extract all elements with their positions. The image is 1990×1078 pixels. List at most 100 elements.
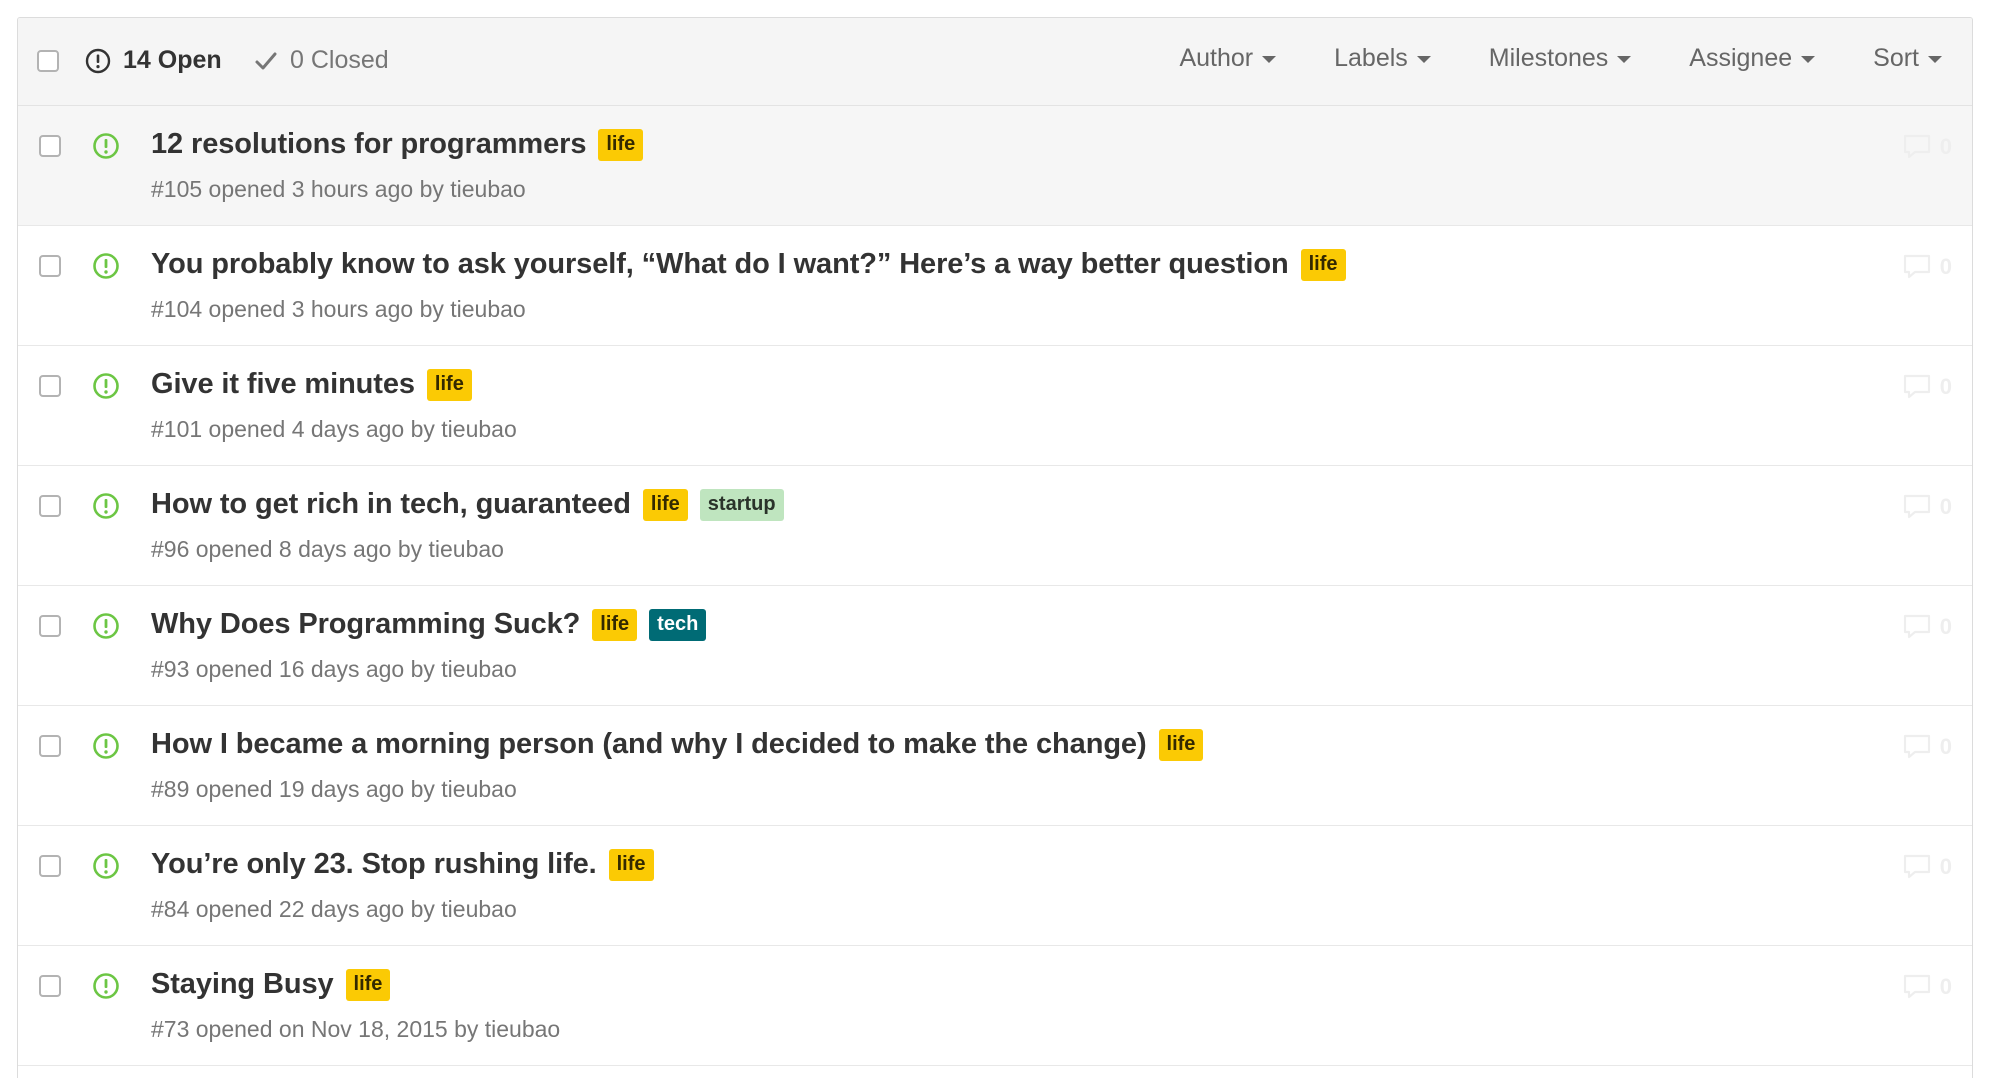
caret-down-icon: [1416, 56, 1431, 63]
issue-row[interactable]: 12 resolutions for programmers life #105…: [18, 106, 1972, 226]
issue-select-checkbox[interactable]: [39, 255, 61, 277]
milestones-filter-dropdown[interactable]: Milestones: [1489, 44, 1632, 73]
issue-row[interactable]: Why Does Programming Suck? life tech #93 …: [18, 586, 1972, 706]
issue-title-link[interactable]: How to get rich in tech, guaranteed: [151, 488, 631, 521]
issue-select-checkbox[interactable]: [39, 495, 61, 517]
closed-issues-tab[interactable]: 0 Closed: [254, 46, 389, 75]
open-count-label: 14 Open: [123, 46, 222, 74]
comment-count[interactable]: 0: [1902, 254, 1952, 280]
issue-row[interactable]: You’re only 23. Stop rushing life. life …: [18, 826, 1972, 946]
issue-meta: #105 opened 3 hours ago by tieubao: [151, 176, 526, 202]
issue-title-link[interactable]: Why Does Programming Suck?: [151, 608, 580, 641]
issue-opened-icon: [93, 613, 119, 639]
issue-row[interactable]: How to get rich in tech, guaranteed life…: [18, 466, 1972, 586]
issue-title-line: How I became a morning person (and why I…: [151, 728, 1204, 761]
labels-filter-dropdown[interactable]: Labels: [1334, 44, 1431, 73]
comment-count-value: 0: [1939, 854, 1952, 879]
issues-list: 14 Open 0 Closed Author Labels Milestone…: [17, 17, 1973, 1078]
comment-count[interactable]: 0: [1902, 734, 1952, 760]
caret-down-icon: [1801, 56, 1816, 63]
label-life[interactable]: life: [598, 128, 644, 161]
comment-count[interactable]: 0: [1902, 374, 1952, 400]
author-filter-dropdown[interactable]: Author: [1179, 44, 1277, 73]
label-life[interactable]: life: [345, 968, 391, 1001]
comment-count-value: 0: [1939, 254, 1952, 279]
label-life[interactable]: life: [1300, 248, 1346, 281]
label-life[interactable]: life: [426, 368, 472, 401]
comment-icon: [1903, 734, 1930, 759]
sort-dropdown[interactable]: Sort: [1873, 44, 1942, 73]
comment-count[interactable]: 0: [1902, 134, 1952, 160]
issue-row[interactable]: How I became a morning person (and why I…: [18, 706, 1972, 826]
label-life[interactable]: life: [592, 608, 638, 641]
label-life[interactable]: life: [608, 848, 654, 881]
closed-count-label: 0 Closed: [290, 46, 389, 74]
milestones-filter-label: Milestones: [1488, 44, 1609, 72]
issue-labels: life: [586, 128, 644, 161]
comment-count-value: 0: [1939, 734, 1952, 759]
comment-count[interactable]: 0: [1902, 494, 1952, 520]
assignee-filter-dropdown[interactable]: Assignee: [1689, 44, 1816, 73]
comment-count-value: 0: [1939, 614, 1952, 639]
comment-icon: [1903, 254, 1930, 279]
issue-meta: #84 opened 22 days ago by tieubao: [151, 896, 517, 922]
issue-title-line: You probably know to ask yourself, “What…: [151, 248, 1346, 281]
issue-labels: life: [1147, 728, 1204, 761]
caret-down-icon: [1617, 56, 1632, 63]
issue-title-line: Give it five minutes life: [151, 368, 472, 401]
issue-opened-icon: [93, 133, 119, 159]
author-filter-label: Author: [1179, 44, 1254, 72]
label-life[interactable]: life: [1158, 728, 1204, 761]
issue-select-checkbox[interactable]: [39, 615, 61, 637]
comment-count-value: 0: [1939, 974, 1952, 999]
issue-labels: life: [415, 368, 472, 401]
issue-title-link[interactable]: Staying Busy: [151, 968, 334, 1001]
issue-meta: #93 opened 16 days ago by tieubao: [151, 656, 517, 682]
open-issues-tab[interactable]: 14 Open: [85, 46, 222, 75]
comment-icon: [1903, 614, 1930, 639]
issue-labels: life: [334, 968, 391, 1001]
issue-opened-icon: [93, 253, 119, 279]
caret-down-icon: [1262, 56, 1277, 63]
comment-count[interactable]: 0: [1902, 974, 1952, 1000]
issue-opened-icon: [93, 493, 119, 519]
issue-title-link[interactable]: Give it five minutes: [151, 368, 415, 401]
issue-row[interactable]: Give it five minutes life #101 opened 4 …: [18, 346, 1972, 466]
check-icon: [255, 52, 277, 69]
comment-count-value: 0: [1939, 374, 1952, 399]
label-life[interactable]: life: [642, 488, 688, 521]
issue-title-line: Staying Busy life: [151, 968, 391, 1001]
comment-count-value: 0: [1939, 134, 1952, 159]
issue-title-line: You’re only 23. Stop rushing life. life: [151, 848, 654, 881]
issue-title-link[interactable]: How I became a morning person (and why I…: [151, 728, 1147, 761]
issue-rows: 12 resolutions for programmers life #105…: [18, 106, 1972, 1066]
issue-select-checkbox[interactable]: [39, 375, 61, 397]
label-tech[interactable]: tech: [649, 608, 707, 641]
issue-title-link[interactable]: 12 resolutions for programmers: [151, 128, 586, 161]
issues-table-header: 14 Open 0 Closed Author Labels Milestone…: [18, 18, 1972, 106]
caret-down-icon: [1928, 56, 1942, 63]
issue-meta: #89 opened 19 days ago by tieubao: [151, 776, 517, 802]
comment-icon: [1903, 374, 1930, 399]
comment-icon: [1903, 134, 1930, 159]
sort-label: Sort: [1873, 44, 1919, 72]
comment-count[interactable]: 0: [1902, 854, 1952, 880]
issue-title-link[interactable]: You’re only 23. Stop rushing life.: [151, 848, 597, 881]
comment-count[interactable]: 0: [1902, 614, 1952, 640]
issue-select-checkbox[interactable]: [39, 735, 61, 757]
select-all-checkbox[interactable]: [37, 50, 59, 72]
label-startup[interactable]: startup: [699, 488, 784, 521]
issue-meta: #104 opened 3 hours ago by tieubao: [151, 296, 526, 322]
issue-title-line: 12 resolutions for programmers life: [151, 128, 644, 161]
issue-opened-icon: [85, 48, 111, 73]
issue-row[interactable]: Staying Busy life #73 opened on Nov 18, …: [18, 946, 1972, 1066]
comment-count-value: 0: [1939, 494, 1952, 519]
issue-select-checkbox[interactable]: [39, 855, 61, 877]
issue-row[interactable]: You probably know to ask yourself, “What…: [18, 226, 1972, 346]
issue-opened-icon: [93, 853, 119, 879]
issue-title-link[interactable]: You probably know to ask yourself, “What…: [151, 248, 1289, 281]
issue-select-checkbox[interactable]: [39, 975, 61, 997]
issue-opened-icon: [93, 373, 119, 399]
issue-labels: life: [1289, 248, 1346, 281]
issue-select-checkbox[interactable]: [39, 135, 61, 157]
